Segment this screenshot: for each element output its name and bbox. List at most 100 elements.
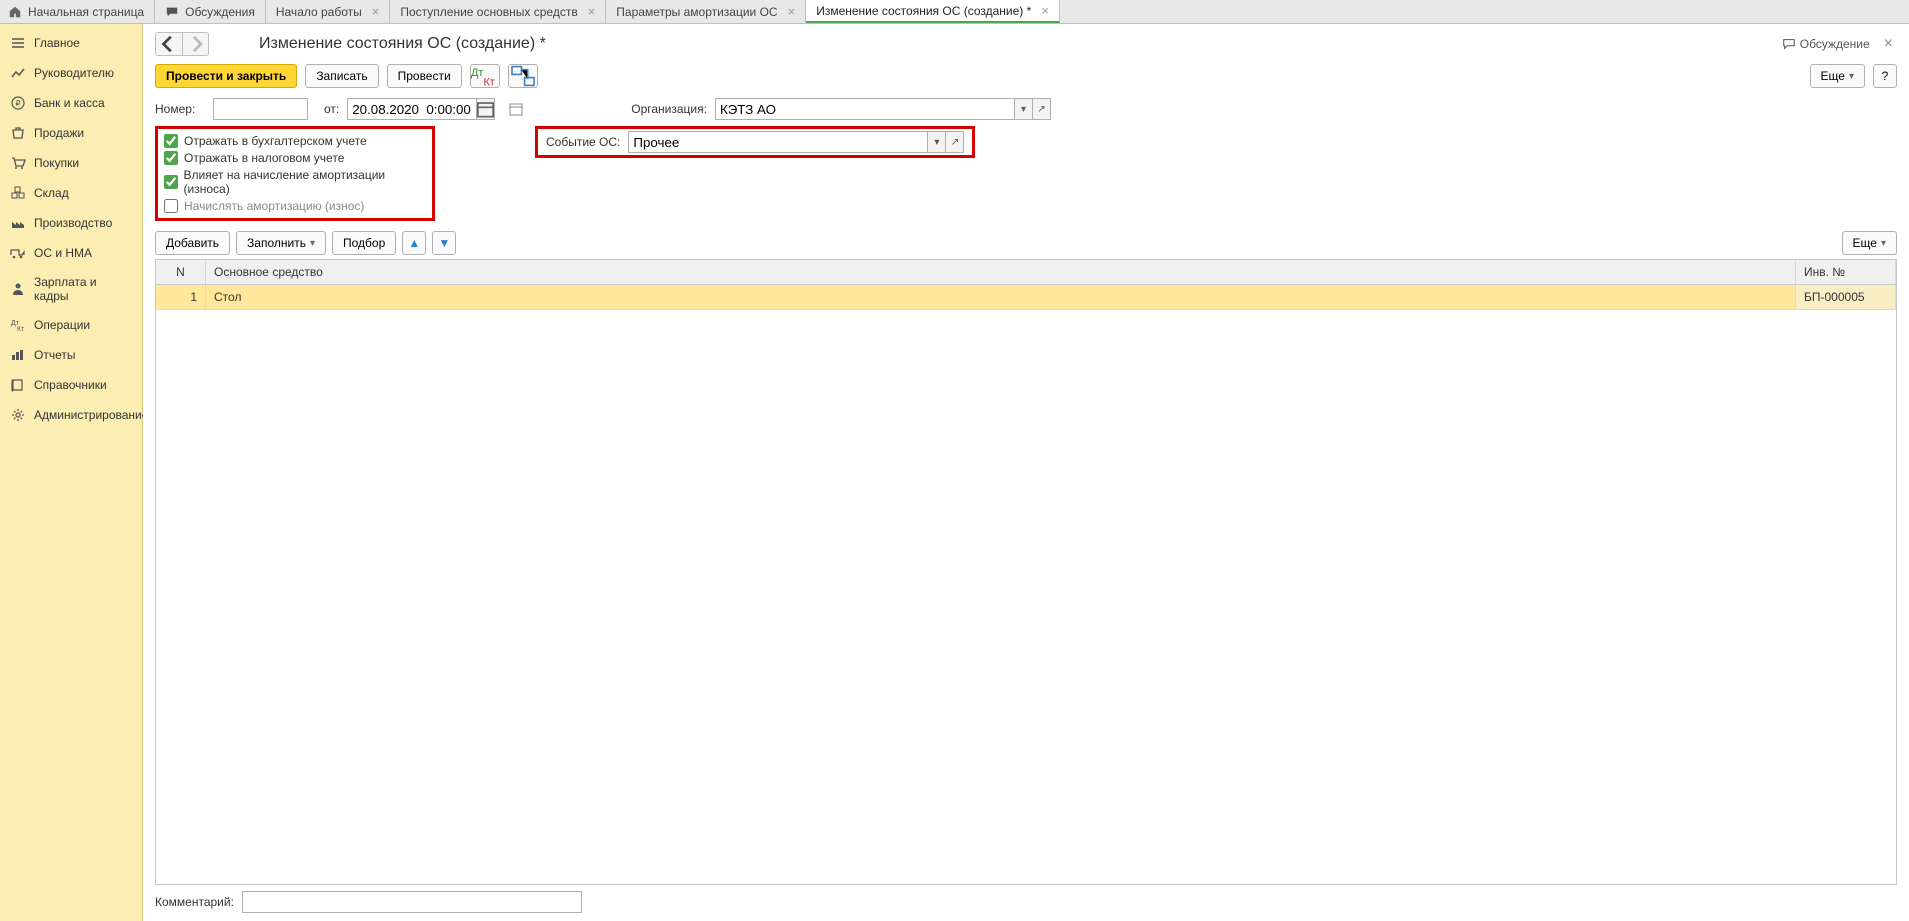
close-icon[interactable]: ×	[788, 4, 796, 19]
close-doc-button[interactable]: ×	[1880, 35, 1897, 53]
sidebar-item-reports[interactable]: Отчеты	[0, 340, 142, 370]
sidebar-label: Банк и касса	[34, 96, 105, 110]
comment-input[interactable]	[242, 891, 582, 913]
main-toolbar: Провести и закрыть Записать Провести ДтК…	[143, 62, 1909, 96]
chk-affect-label: Влияет на начисление амортизации (износа…	[184, 168, 426, 196]
chk-bu-label: Отражать в бухгалтерском учете	[184, 134, 367, 148]
calendar-icon[interactable]	[509, 102, 523, 116]
org-input-group: ▾ ↗	[715, 98, 1051, 120]
dropdown-button[interactable]: ▾	[1015, 98, 1033, 120]
back-button[interactable]	[156, 33, 182, 55]
org-input[interactable]	[715, 98, 1015, 120]
sidebar-item-refs[interactable]: Справочники	[0, 370, 142, 400]
content-header: Изменение состояния ОС (создание) * Обсу…	[143, 24, 1909, 62]
sidebar-label: Покупки	[34, 156, 79, 170]
open-button[interactable]: ↗	[1033, 98, 1051, 120]
sidebar-item-warehouse[interactable]: Склад	[0, 178, 142, 208]
discussion-link[interactable]: Обсуждение	[1782, 37, 1870, 51]
chk-calc[interactable]	[164, 199, 178, 213]
cell-asset[interactable]: Стол	[206, 285, 1796, 310]
fill-button[interactable]: Заполнить	[236, 231, 326, 255]
sidebar-label: Руководителю	[34, 66, 114, 80]
svg-text:₽: ₽	[15, 99, 20, 108]
sidebar: Главное Руководителю ₽ Банк и касса Прод…	[0, 24, 143, 921]
chk-affect-row[interactable]: Влияет на начисление амортизации (износа…	[164, 168, 426, 196]
number-label: Номер:	[155, 102, 205, 116]
post-button[interactable]: Провести	[387, 64, 462, 88]
cell-inv[interactable]: БП-000005	[1796, 285, 1896, 310]
tab-receipt[interactable]: Поступление основных средств ×	[390, 0, 606, 23]
comment-row: Комментарий:	[143, 885, 1909, 921]
gear-icon	[10, 407, 26, 423]
event-input[interactable]	[628, 131, 928, 153]
sidebar-item-main[interactable]: Главное	[0, 28, 142, 58]
menu-icon	[10, 35, 26, 51]
sidebar-item-production[interactable]: Производство	[0, 208, 142, 238]
add-button[interactable]: Добавить	[155, 231, 230, 255]
accounting-flags-box: Отражать в бухгалтерском учете Отражать …	[155, 126, 435, 221]
col-inv[interactable]: Инв. №	[1796, 260, 1896, 284]
close-icon[interactable]: ×	[372, 4, 380, 19]
sidebar-item-purchases[interactable]: Покупки	[0, 148, 142, 178]
help-button[interactable]: ?	[1873, 64, 1897, 88]
calendar-button[interactable]	[477, 98, 495, 120]
sidebar-item-operations[interactable]: ДтКт Операции	[0, 310, 142, 340]
home-icon	[8, 5, 22, 19]
tab-params[interactable]: Параметры амортизации ОС ×	[606, 0, 806, 23]
form-area: Номер: от: Организация: ▾ ↗	[143, 96, 1909, 227]
date-input[interactable]	[347, 98, 477, 120]
sidebar-item-admin[interactable]: Администрирование	[0, 400, 142, 430]
chk-bu-row[interactable]: Отражать в бухгалтерском учете	[164, 134, 426, 148]
chk-affect[interactable]	[164, 175, 178, 189]
sidebar-item-salary[interactable]: Зарплата и кадры	[0, 268, 142, 310]
col-n[interactable]: N	[156, 260, 206, 284]
tab-start[interactable]: Начало работы ×	[266, 0, 391, 23]
org-label: Организация:	[631, 102, 707, 116]
bars-icon	[10, 347, 26, 363]
tab-start-label: Начало работы	[276, 5, 362, 19]
close-icon[interactable]: ×	[588, 4, 596, 19]
chk-nu-row[interactable]: Отражать в налоговом учете	[164, 151, 426, 165]
tab-change[interactable]: Изменение состояния ОС (создание) * ×	[806, 0, 1060, 23]
svg-text:Кт: Кт	[17, 326, 25, 333]
table-row[interactable]: 1 Стол БП-000005	[156, 285, 1896, 310]
move-down-button[interactable]: ▼	[432, 231, 456, 255]
dtkt-button[interactable]: ДтКт	[470, 64, 500, 88]
number-input[interactable]	[213, 98, 308, 120]
close-icon[interactable]: ×	[1041, 3, 1049, 18]
tab-home[interactable]: Начальная страница	[0, 0, 155, 23]
save-button[interactable]: Записать	[305, 64, 378, 88]
discussion-label: Обсуждение	[1800, 37, 1870, 51]
post-close-button[interactable]: Провести и закрыть	[155, 64, 297, 88]
tab-discussions[interactable]: Обсуждения	[155, 0, 266, 23]
select-button[interactable]: Подбор	[332, 231, 396, 255]
more-button[interactable]: Еще	[1810, 64, 1865, 88]
table-more-button[interactable]: Еще	[1842, 231, 1897, 255]
sidebar-item-sales[interactable]: Продажи	[0, 118, 142, 148]
dropdown-button[interactable]: ▾	[928, 131, 946, 153]
chk-calc-row[interactable]: Начислять амортизацию (износ)	[164, 199, 426, 213]
table-header: N Основное средство Инв. №	[156, 260, 1896, 285]
chat-icon	[1782, 37, 1796, 51]
sidebar-label: Склад	[34, 186, 69, 200]
sidebar-item-fixed[interactable]: ОС и НМА	[0, 238, 142, 268]
event-label: Событие ОС:	[546, 135, 620, 149]
chk-bu[interactable]	[164, 134, 178, 148]
table-body[interactable]: 1 Стол БП-000005	[156, 285, 1896, 884]
boxes-icon	[10, 185, 26, 201]
cell-n[interactable]: 1	[156, 285, 206, 310]
link-button[interactable]	[508, 64, 538, 88]
nav-buttons	[155, 32, 209, 56]
chk-nu[interactable]	[164, 151, 178, 165]
tab-receipt-label: Поступление основных средств	[400, 5, 577, 19]
open-button[interactable]: ↗	[946, 131, 964, 153]
forward-button	[182, 33, 208, 55]
chk-calc-label: Начислять амортизацию (износ)	[184, 199, 364, 213]
sidebar-item-manager[interactable]: Руководителю	[0, 58, 142, 88]
move-up-button[interactable]: ▲	[402, 231, 426, 255]
bag-icon	[10, 125, 26, 141]
sidebar-item-bank[interactable]: ₽ Банк и касса	[0, 88, 142, 118]
ruble-icon: ₽	[10, 95, 26, 111]
col-asset[interactable]: Основное средство	[206, 260, 1796, 284]
tabs-bar: Начальная страница Обсуждения Начало раб…	[0, 0, 1909, 24]
